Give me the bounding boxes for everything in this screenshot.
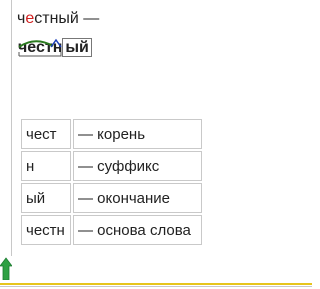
bottom-divider: [0, 283, 312, 285]
table-row: честн — основа слова: [21, 215, 202, 245]
bottom-divider-secondary: [0, 286, 312, 287]
word-letter: ы: [58, 10, 70, 27]
morpheme-description-cell: — основа слова: [73, 215, 202, 245]
table-row: чест — корень: [21, 119, 202, 149]
word-letter-stressed: е: [25, 10, 35, 27]
morpheme-cell: честн: [21, 215, 71, 245]
morpheme-description-cell: — окончание: [73, 183, 202, 213]
morpheme-description-cell: — суффикс: [73, 151, 202, 181]
suffix-caret-mark: [50, 38, 62, 48]
word-letter: т: [42, 10, 50, 27]
morpheme-description-cell: — корень: [73, 119, 202, 149]
morpheme-table: чест — корень н — суффикс ый — окончание…: [19, 117, 204, 247]
morpheme-analysis: честн ый: [18, 38, 92, 62]
table-row: ый — окончание: [21, 183, 202, 213]
content-frame-border: [11, 0, 12, 256]
root-arc-mark: [18, 40, 54, 48]
word-letter: й: [69, 10, 79, 27]
morpheme-cell: чест: [21, 119, 71, 149]
morpheme-marks: [18, 38, 62, 57]
word-dash: —: [78, 10, 100, 27]
morpheme-cell: ый: [21, 183, 71, 213]
morpheme-cell: н: [21, 151, 71, 181]
word-heading: честный —: [17, 9, 99, 29]
stem-underline-mark: [19, 52, 62, 57]
green-up-arrow-icon[interactable]: [0, 256, 12, 280]
table-row: н — суффикс: [21, 151, 202, 181]
